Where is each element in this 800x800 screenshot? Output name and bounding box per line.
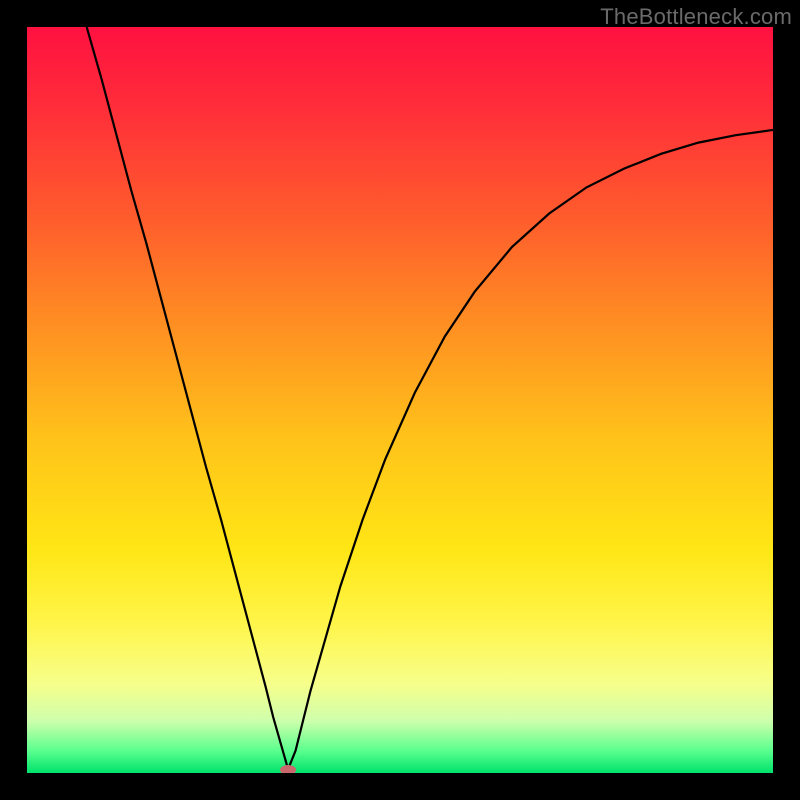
watermark-text: TheBottleneck.com: [600, 4, 792, 30]
plot-area: [27, 27, 773, 773]
gradient-background: [27, 27, 773, 773]
chart-container: TheBottleneck.com: [0, 0, 800, 800]
plot-svg: [27, 27, 773, 773]
